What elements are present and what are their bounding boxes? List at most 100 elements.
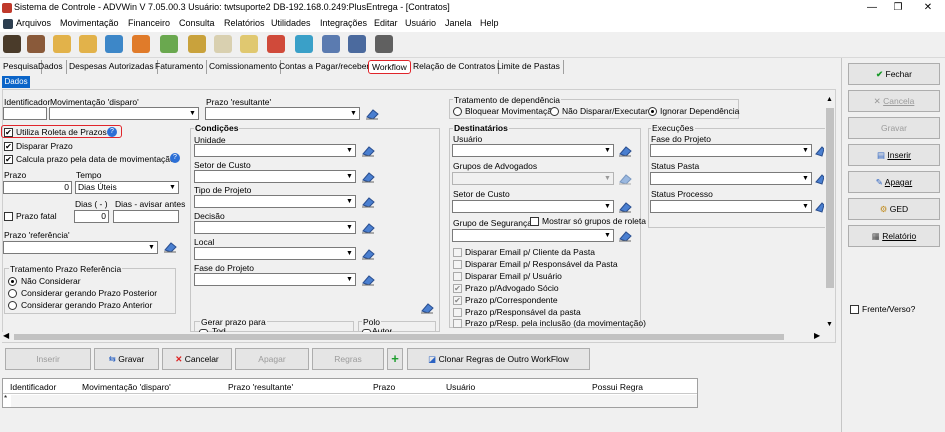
prazo-advogado-checkbox[interactable]: ✔ [453,284,462,293]
menu-movimentacao[interactable]: Movimentação [60,18,119,28]
prazo-responsavel-checkbox[interactable] [453,308,462,317]
clock-icon[interactable] [105,35,123,53]
eraser-icon[interactable] [618,201,632,213]
scroll-down-icon[interactable]: ▼ [826,321,833,328]
minimize-button[interactable]: — [862,1,882,15]
bloquear-radio[interactable] [453,107,462,116]
mostrar-roleta-checkbox[interactable] [530,217,539,226]
prazo-referencia-select[interactable]: ▼ [3,241,158,254]
dias-menos-field[interactable]: 0 [74,210,109,223]
calendar-icon[interactable] [267,35,285,53]
menu-relatorios[interactable]: Relatórios [224,18,265,28]
nao-disparar-radio[interactable] [550,107,559,116]
unidade-select[interactable]: ▼ [194,144,356,157]
tipo-projeto-select[interactable]: ▼ [194,195,356,208]
eraser-icon[interactable] [420,302,434,314]
menu-usuario[interactable]: Usuário [405,18,436,28]
exec-fase-select[interactable]: ▼ [650,144,812,157]
apagar-right-button[interactable]: ✎ Apagar [848,171,940,193]
grupos-select[interactable]: ▼ [452,172,614,185]
tab-comissionamento[interactable]: Comissionamento [206,60,282,74]
ged-button[interactable]: ⚙ GED [848,198,940,220]
eraser-icon[interactable] [814,145,824,157]
prazo-inclusao-checkbox[interactable] [453,319,462,328]
col-identificador[interactable]: Identificador [10,382,56,392]
col-prazo[interactable]: Prazo [373,382,395,392]
menu-arquivos[interactable]: Arquivos [16,18,51,28]
menu-consulta[interactable]: Consulta [179,18,215,28]
alarm-icon[interactable] [132,35,150,53]
gravar-right-button[interactable]: Gravar [848,117,940,139]
inserir-button[interactable]: Inserir [5,348,91,370]
menu-utilidades[interactable]: Utilidades [271,18,311,28]
col-mov-disparo[interactable]: Movimentação 'disparo' [82,382,171,392]
prazo-field[interactable]: 0 [3,181,72,194]
monitor-icon[interactable] [322,35,340,53]
folder-clock-2-icon[interactable] [79,35,97,53]
key-icon[interactable] [188,35,206,53]
folder-clock-icon[interactable] [53,35,71,53]
nao-considerar-radio[interactable] [8,277,17,286]
tab-dados[interactable]: Dados [35,60,67,74]
exec-status-processo-select[interactable]: ▼ [650,200,812,213]
col-usuario[interactable]: Usuário [446,382,475,392]
chart-icon[interactable] [160,35,178,53]
tab-contas[interactable]: Contas a Pagar/receber [276,60,374,74]
menu-help[interactable]: Help [480,18,499,28]
person-icon[interactable] [27,35,45,53]
eraser-icon[interactable] [361,222,375,234]
tools-icon[interactable] [375,35,393,53]
scroll-up-icon[interactable]: ▲ [826,96,833,103]
considerar-posterior-radio[interactable] [8,289,17,298]
considerar-anterior-radio[interactable] [8,301,17,310]
eraser-icon[interactable] [618,230,632,242]
fase-projeto-select[interactable]: ▼ [194,273,356,286]
tab-despesas[interactable]: Despesas Autorizadas [66,60,158,74]
ignorar-radio[interactable] [648,107,657,116]
prazo-resultante-select[interactable]: ▼ [205,107,360,120]
col-possui-regra[interactable]: Possui Regra [592,382,643,392]
grupo-seg-select[interactable]: ▼ [452,229,614,242]
horizontal-scrollbar[interactable]: ◀ ▶ [2,331,824,342]
tab-faturamento[interactable]: Faturamento [152,60,208,74]
setor-dest-select[interactable]: ▼ [452,200,614,213]
cancelar-button[interactable]: ✕ Cancelar [162,348,232,370]
restore-button[interactable]: ❐ [888,1,908,15]
gravar-button[interactable]: ⇆ Gravar [94,348,159,370]
tab-limite[interactable]: Limite de Pastas [494,60,564,74]
eraser-icon[interactable] [361,145,375,157]
mov-disparo-select[interactable]: ▼ [49,107,199,120]
eraser-icon[interactable] [361,196,375,208]
menu-financeiro[interactable]: Financeiro [128,18,170,28]
frente-verso-checkbox[interactable] [850,305,859,314]
prazo-fatal-checkbox[interactable] [4,212,13,221]
picture-icon[interactable] [348,35,366,53]
menu-integracoes[interactable]: Integrações [320,18,367,28]
eraser-icon[interactable] [618,173,632,185]
copy-icon[interactable] [240,35,258,53]
menu-editar[interactable]: Editar [374,18,398,28]
local-select[interactable]: ▼ [194,247,356,260]
inserir-right-button[interactable]: ▤ Inserir [848,144,940,166]
email-cliente-checkbox[interactable] [453,248,462,257]
menu-janela[interactable]: Janela [445,18,472,28]
usuario-select[interactable]: ▼ [452,144,614,157]
scroll-right-icon[interactable]: ▶ [814,331,820,340]
eraser-icon[interactable] [361,248,375,260]
fechar-button[interactable]: ✔ Fechar [848,63,940,85]
eraser-icon[interactable] [814,201,824,213]
users-icon[interactable] [3,35,21,53]
email-responsavel-checkbox[interactable] [453,260,462,269]
help-icon[interactable]: ? [170,153,180,163]
document-icon[interactable] [214,35,232,53]
cancela-button[interactable]: ✕ Cancela [848,90,940,112]
workflow-grid[interactable]: Identificador Movimentação 'disparo' Pra… [2,378,698,408]
col-prazo-resultante[interactable]: Prazo 'resultante' [228,382,293,392]
eraser-icon[interactable] [365,108,379,120]
close-button[interactable]: ✕ [918,1,938,15]
decisao-select[interactable]: ▼ [194,221,356,234]
email-usuario-checkbox[interactable] [453,272,462,281]
exec-status-pasta-select[interactable]: ▼ [650,172,812,185]
eraser-icon[interactable] [361,171,375,183]
help-icon[interactable]: ? [107,127,117,137]
